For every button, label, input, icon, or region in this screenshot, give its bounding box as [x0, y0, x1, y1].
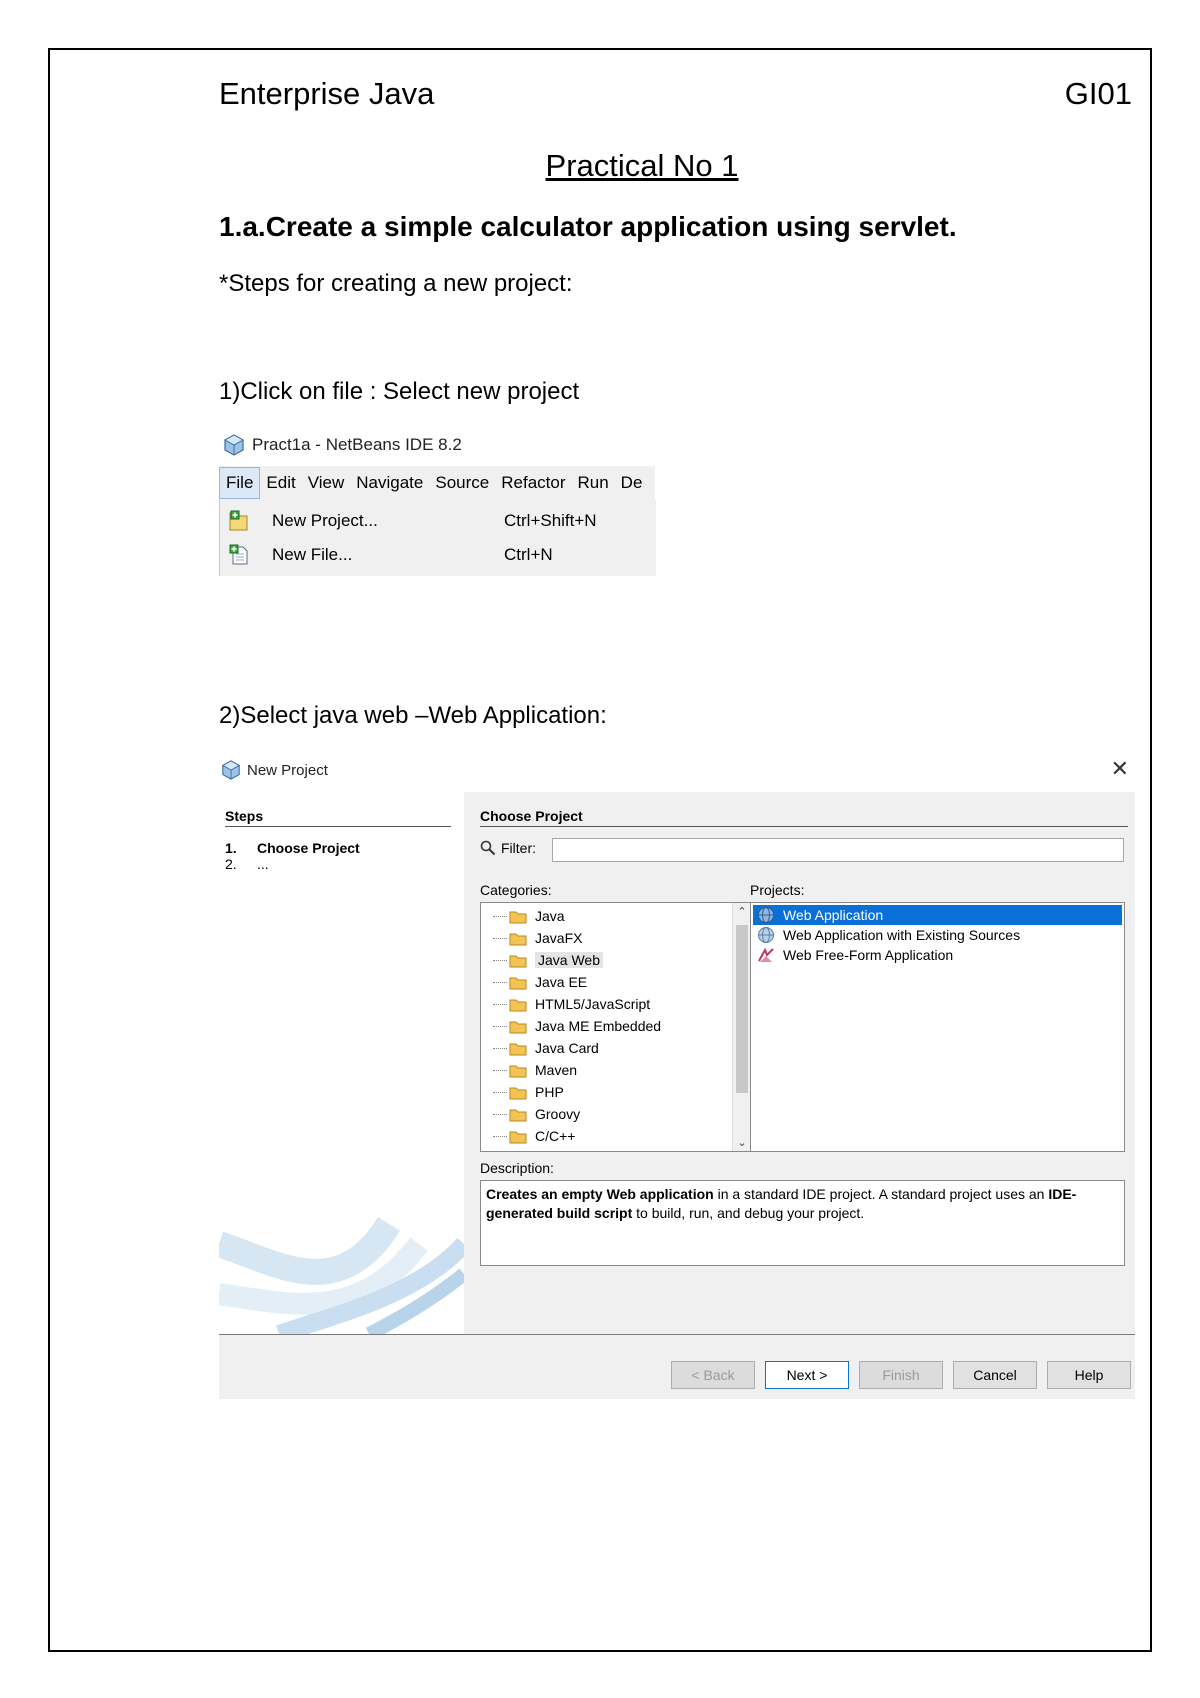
description-label: Description: [480, 1160, 554, 1176]
folder-icon [509, 999, 527, 1011]
next-button[interactable]: Next > [765, 1361, 849, 1389]
new-file-icon [229, 544, 248, 565]
category-c-cpp[interactable]: C/C++ [493, 1125, 575, 1147]
category-java-card[interactable]: Java Card [493, 1037, 599, 1059]
category-html5[interactable]: HTML5/JavaScript [493, 993, 650, 1015]
globe-icon [758, 927, 774, 943]
folder-icon [509, 1021, 527, 1033]
menu-item-new-project[interactable]: New Project... Ctrl+Shift+N [220, 504, 656, 538]
project-web-free-form[interactable]: Web Free-Form Application [753, 945, 1122, 965]
menu-debug[interactable]: De [615, 466, 649, 500]
window-title: Pract1a - NetBeans IDE 8.2 [252, 435, 462, 454]
categories-tree: Java JavaFX Java Web Java EE HTML5/JavaS… [480, 902, 752, 1152]
steps-panel: Steps 1. Choose Project 2.... [219, 792, 464, 1334]
filter-input[interactable] [552, 838, 1124, 862]
practical-title: Practical No 1 [545, 148, 739, 183]
choose-project-panel: Choose Project Filter: Categories: Proje… [464, 792, 1135, 1334]
category-groovy[interactable]: Groovy [493, 1103, 580, 1125]
folder-icon [509, 1043, 527, 1055]
folder-icon [509, 1087, 527, 1099]
steps-heading: *Steps for creating a new project: [219, 270, 573, 297]
new-file-shortcut: Ctrl+N [504, 545, 553, 564]
dialog-title-bar: New Project [221, 760, 328, 780]
categories-label: Categories: [480, 882, 552, 898]
course-title: Enterprise Java [219, 76, 435, 111]
category-java[interactable]: Java [493, 905, 565, 927]
menu-view[interactable]: View [302, 466, 351, 500]
menu-bar: File Edit View Navigate Source Refactor … [219, 466, 655, 501]
steps-list: 1. Choose Project 2.... [225, 840, 360, 872]
folder-icon [509, 1065, 527, 1077]
menu-edit[interactable]: Edit [260, 466, 301, 500]
category-java-web[interactable]: Java Web [493, 949, 603, 971]
netbeans-file-menu-screenshot: Pract1a - NetBeans IDE 8.2 File Edit Vie… [219, 428, 656, 576]
categories-scrollbar[interactable]: ⌃ ⌄ [732, 903, 751, 1151]
aim-heading: 1.a.Create a simple calculator applicati… [219, 211, 957, 242]
cancel-button[interactable]: Cancel [953, 1361, 1037, 1389]
menu-navigate[interactable]: Navigate [350, 466, 429, 500]
folder-icon [509, 955, 527, 967]
category-javafx[interactable]: JavaFX [493, 927, 582, 949]
folder-icon [509, 911, 527, 923]
description-box: Creates an empty Web application in a st… [480, 1180, 1125, 1266]
course-code: GI01 [1064, 76, 1132, 111]
menu-refactor[interactable]: Refactor [495, 466, 571, 500]
dialog-button-bar: < Back Next > Finish Cancel Help [219, 1334, 1135, 1399]
new-project-icon [229, 510, 248, 531]
wizard-decoration-graphic [219, 1216, 464, 1334]
category-java-me-embedded[interactable]: Java ME Embedded [493, 1015, 661, 1037]
folder-icon [509, 977, 527, 989]
filter-label: Filter: [501, 840, 536, 856]
folder-icon [509, 1109, 527, 1121]
category-maven[interactable]: Maven [493, 1059, 577, 1081]
folder-icon [509, 1131, 527, 1143]
category-php[interactable]: PHP [493, 1081, 564, 1103]
globe-icon [758, 907, 774, 923]
menu-source[interactable]: Source [429, 466, 495, 500]
new-project-shortcut: Ctrl+Shift+N [504, 511, 597, 530]
help-button[interactable]: Help [1047, 1361, 1131, 1389]
step-item: 2.... [225, 856, 269, 872]
close-icon[interactable]: ✕ [1111, 756, 1129, 782]
new-file-label: New File... [272, 545, 353, 564]
new-project-label: New Project... [272, 511, 378, 530]
new-project-dialog: New Project ✕ Steps 1. Choose Project 2..… [219, 752, 1135, 1399]
menu-file[interactable]: File [219, 467, 261, 499]
back-button[interactable]: < Back [671, 1361, 755, 1389]
category-java-ee[interactable]: Java EE [493, 971, 587, 993]
menu-item-new-file[interactable]: New File... Ctrl+N [220, 538, 656, 572]
step-1-text: 1)Click on file : Select new project [219, 378, 580, 405]
steps-panel-heading: Steps [225, 808, 451, 827]
netbeans-title-bar: Pract1a - NetBeans IDE 8.2 [223, 432, 462, 458]
search-icon [480, 840, 496, 856]
folder-icon [509, 933, 527, 945]
filter-row: Filter: [480, 840, 536, 856]
choose-project-heading: Choose Project [480, 808, 1128, 827]
scroll-up-icon[interactable]: ⌃ [733, 905, 751, 918]
scroll-down-icon[interactable]: ⌄ [733, 1136, 751, 1149]
projects-label: Projects: [750, 882, 805, 898]
menu-run[interactable]: Run [571, 466, 614, 500]
file-dropdown: New Project... Ctrl+Shift+N New File... … [219, 500, 656, 576]
projects-list: Web Application Web Application with Exi… [750, 902, 1125, 1152]
dialog-title: New Project [247, 761, 328, 779]
step-item: 1. Choose Project [225, 840, 360, 856]
project-web-application[interactable]: Web Application [753, 905, 1122, 925]
netbeans-cube-icon [223, 434, 245, 456]
project-web-app-existing-sources[interactable]: Web Application with Existing Sources [753, 925, 1122, 945]
step-2-text: 2)Select java web –Web Application: [219, 702, 607, 729]
finish-button[interactable]: Finish [859, 1361, 943, 1389]
netbeans-cube-icon [221, 760, 241, 780]
scrollbar-thumb[interactable] [736, 925, 748, 1093]
free-form-icon [758, 947, 774, 962]
